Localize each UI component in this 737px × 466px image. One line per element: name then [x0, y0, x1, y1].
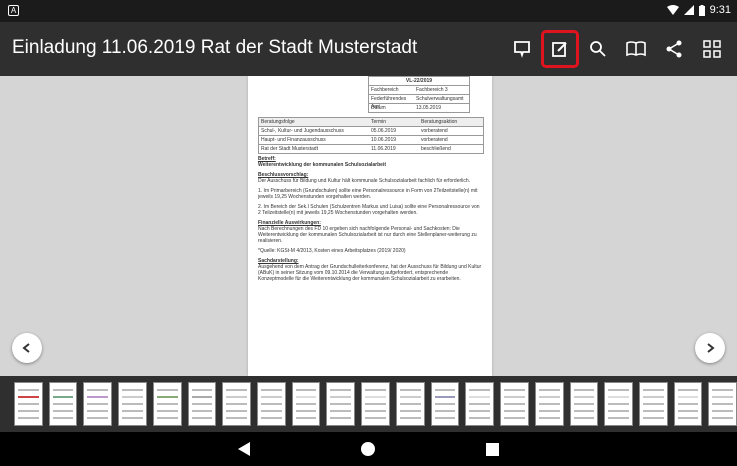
comment-icon [514, 41, 530, 58]
page-thumbnail[interactable] [395, 382, 425, 426]
app-bar: Einladung 11.06.2019 Rat der Stadt Muste… [0, 22, 737, 76]
document-body: Betreff: Weiterentwicklung der kommunale… [258, 156, 482, 282]
page-thumbnail[interactable] [291, 382, 321, 426]
page-thumbnail[interactable] [569, 382, 599, 426]
grid-icon [703, 40, 721, 58]
page-thumbnail[interactable] [83, 382, 113, 426]
page-thumbnail[interactable] [430, 382, 460, 426]
paragraph-2: 2. Im Bereich der Sek.I Schulen (Schulze… [258, 204, 480, 216]
next-page-button[interactable] [695, 333, 725, 363]
table-row: Rat der Stadt Musterstadt 11.06.2019 bes… [261, 146, 451, 152]
book-button[interactable] [617, 30, 655, 68]
search-icon [590, 41, 606, 57]
document-page: VL-22/2019 Fachbereich Fachbereich 3 Fede… [248, 76, 492, 376]
reference-box: VL-22/2019 Fachbereich Fachbereich 3 Fede… [368, 76, 470, 113]
page-thumbnail[interactable] [187, 382, 217, 426]
page-thumbnail[interactable] [708, 382, 737, 426]
page-thumbnail[interactable] [500, 382, 529, 426]
chevron-left-icon [22, 343, 30, 353]
notification-icon: A [8, 5, 19, 16]
thumbnail-strip[interactable] [0, 376, 737, 432]
sach-text: Ausgehend von dem Antrag der Grundschull… [258, 264, 482, 282]
wifi-icon [666, 5, 679, 15]
grid-button[interactable] [693, 30, 731, 68]
paragraph-1: 1. Im Primarbereich (Grundschulen) sollt… [258, 188, 478, 200]
betreff-text: Weiterentwicklung der kommunalen Schulso… [258, 162, 386, 168]
recents-icon[interactable] [486, 442, 499, 456]
share-button[interactable] [655, 30, 693, 68]
book-icon [626, 41, 646, 57]
finanz-text: Nach Berechnungen des FD 10 ergeben sich… [258, 226, 477, 244]
document-title: Einladung 11.06.2019 Rat der Stadt Muste… [12, 37, 418, 58]
home-icon[interactable] [360, 441, 376, 457]
page-thumbnail[interactable] [361, 382, 390, 426]
search-button[interactable] [579, 30, 617, 68]
document-viewer[interactable]: VL-22/2019 Fachbereich Fachbereich 3 Fede… [0, 76, 737, 376]
system-nav-bar [0, 432, 737, 466]
page-thumbnail[interactable] [257, 382, 286, 426]
status-bar: A 9:31 [0, 0, 737, 22]
page-thumbnail[interactable] [14, 382, 43, 426]
page-thumbnail[interactable] [118, 382, 147, 426]
page-thumbnail[interactable] [152, 382, 182, 426]
page-thumbnail[interactable] [673, 382, 703, 426]
page-thumbnail[interactable] [534, 382, 564, 426]
table-row: Schul-, Kultur- und Jugendausschuss 05.0… [259, 127, 483, 136]
table-row: Haupt- und Finanzausschuss 10.06.2019 vo… [259, 136, 483, 145]
share-icon [666, 40, 682, 58]
battery-icon [698, 4, 705, 16]
page-thumbnail[interactable] [604, 382, 633, 426]
page-thumbnail[interactable] [326, 382, 356, 426]
previous-page-button[interactable] [12, 333, 42, 363]
chevron-right-icon [707, 343, 715, 353]
clock: 9:31 [709, 4, 731, 16]
comment-button[interactable] [503, 30, 541, 68]
beschluss-text: Der Ausschuss für Bildung und Kultur häl… [258, 178, 471, 184]
edit-icon [552, 42, 567, 57]
page-thumbnail[interactable] [465, 382, 495, 426]
page-thumbnail[interactable] [48, 382, 78, 426]
edit-button[interactable] [541, 30, 579, 68]
page-thumbnail[interactable] [638, 382, 668, 426]
page-thumbnail[interactable] [222, 382, 252, 426]
quelle-text: *Quelle: KGSt-M 4/2013, Kosten eines Arb… [258, 248, 406, 254]
signal-icon [683, 5, 694, 15]
back-icon[interactable] [238, 442, 250, 456]
consultation-table: Beratungsfolge Termin Beratungsaktion Sc… [258, 117, 484, 154]
reference-number: VL-22/2019 [369, 77, 469, 86]
